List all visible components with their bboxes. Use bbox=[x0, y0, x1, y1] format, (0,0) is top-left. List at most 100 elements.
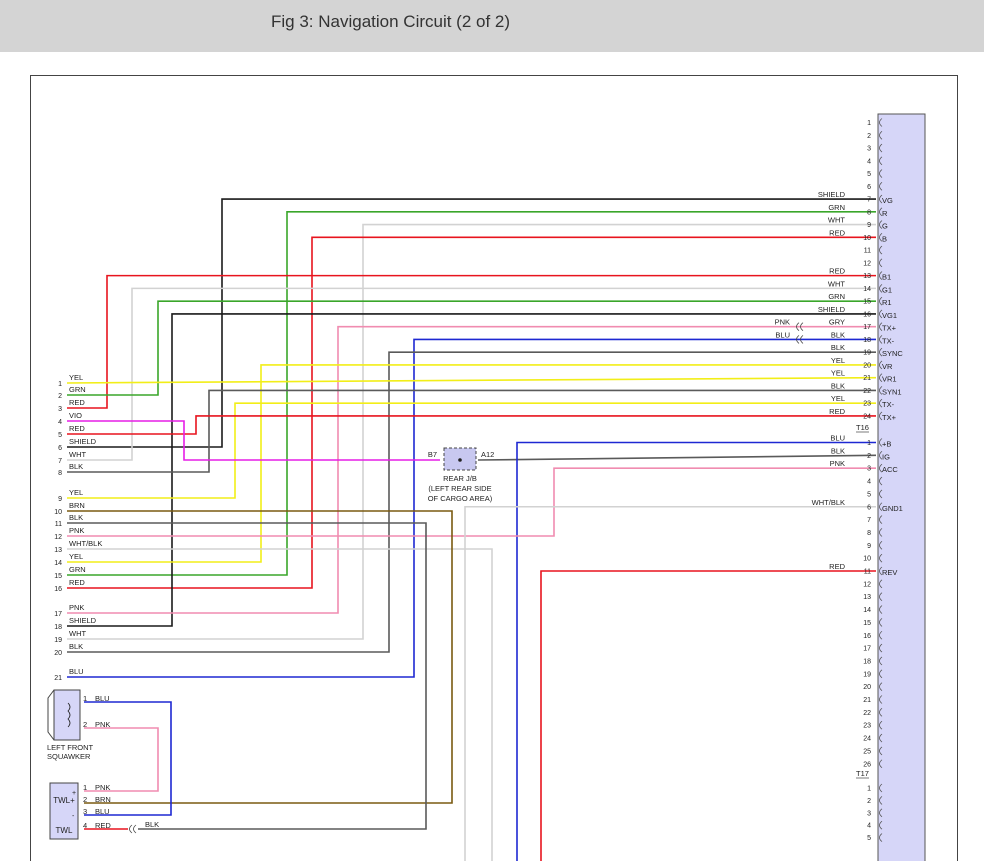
pin-number-t16-15: 15 bbox=[863, 299, 871, 306]
left-wire-label-14: YEL bbox=[69, 552, 83, 561]
squawker-label-2: SQUAWKER bbox=[47, 752, 91, 761]
pin-number-t17-4: 4 bbox=[867, 823, 871, 830]
left-pin-number-6: 6 bbox=[58, 445, 62, 452]
left-wire-label-20: BLK bbox=[69, 642, 83, 651]
pin-number-t2-3: 3 bbox=[867, 466, 871, 473]
wire-whtblk-gnd1 bbox=[464, 505, 876, 861]
twl-wire-4: RED bbox=[95, 821, 111, 830]
twl-wire-2: BRN bbox=[95, 795, 111, 804]
wire-wht-g bbox=[67, 223, 876, 640]
wire-yel-vr1 bbox=[66, 376, 877, 384]
left-pin-number-18: 18 bbox=[54, 624, 62, 631]
pin-number-t16-9: 9 bbox=[867, 222, 871, 229]
pin-number-t16-13: 13 bbox=[863, 273, 871, 280]
left-wire-label-13: WHT/BLK bbox=[69, 539, 102, 548]
pin-number-t16-3: 3 bbox=[867, 146, 871, 153]
pin-number-t17-1: 1 bbox=[867, 786, 871, 793]
pin-number-t2-10: 10 bbox=[863, 556, 871, 563]
pin-function-19: SYNC bbox=[882, 349, 903, 358]
pin-number-t16-11: 11 bbox=[864, 248, 871, 255]
left-pin-number-7: 7 bbox=[58, 458, 62, 465]
twl-wire-1: PNK bbox=[95, 783, 110, 792]
left-wire-label-10: BRN bbox=[69, 501, 85, 510]
wiring-diagram: 1234567 VGSHIELD8 RGRN9 GWHT10 BRED111213 B1R… bbox=[30, 75, 958, 861]
pin-number-t16-21: 21 bbox=[863, 375, 871, 382]
pin-number-t2-21: 21 bbox=[863, 697, 871, 704]
wire-label-t16-18: BLK bbox=[831, 330, 845, 339]
pin-number-t2-25: 25 bbox=[863, 748, 871, 755]
pin-number-t2-18: 18 bbox=[863, 658, 871, 665]
left-pin-number-17: 17 bbox=[54, 611, 62, 618]
pin-function2-1: +B bbox=[882, 440, 891, 449]
rear-jb-label-2: (LEFT REAR SIDE bbox=[428, 484, 491, 493]
left-pin-number-2: 2 bbox=[58, 393, 62, 400]
pin-number-t16-4: 4 bbox=[867, 158, 871, 165]
pin-number-t16-6: 6 bbox=[867, 184, 871, 191]
wire-label-t16-7: SHIELD bbox=[818, 190, 846, 199]
wire-brn-twl bbox=[67, 510, 453, 804]
pin-number-t2-1: 1 bbox=[867, 440, 871, 447]
left-pin-number-15: 15 bbox=[54, 573, 62, 580]
rear-jb-node bbox=[458, 458, 462, 462]
left-wire-label-9: YEL bbox=[69, 488, 83, 497]
wire-grn-r bbox=[67, 211, 876, 576]
wire-label-t16-14: WHT bbox=[828, 279, 845, 288]
left-wire-label-5: RED bbox=[69, 424, 85, 433]
left-pin-number-14: 14 bbox=[54, 560, 62, 567]
wire-label-t2-3: PNK bbox=[830, 459, 845, 468]
left-pin-number-20: 20 bbox=[54, 650, 62, 657]
left-wire-label-16: RED bbox=[69, 578, 85, 587]
left-wire-label-6: SHIELD bbox=[69, 437, 97, 446]
left-wire-label-1: YEL bbox=[69, 373, 83, 382]
pin-function-17: TX+ bbox=[882, 324, 897, 333]
pin-number-t2-22: 22 bbox=[863, 710, 871, 717]
squawker-wire-1: BLU bbox=[95, 694, 110, 703]
pin-function-21: VR1 bbox=[882, 375, 897, 384]
wire-shield-vg bbox=[67, 198, 876, 448]
left-pin-number-9: 9 bbox=[58, 496, 62, 503]
left-pin-number-11: 11 bbox=[55, 521, 62, 528]
pin-function-9: G bbox=[882, 222, 888, 231]
pin-number-t16-23: 23 bbox=[863, 401, 871, 408]
left-pin-number-16: 16 bbox=[54, 586, 62, 593]
pin-function-22: SYN1 bbox=[882, 387, 902, 396]
wire-label-t16-8: GRN bbox=[828, 203, 845, 212]
wire-label-t2-11: RED bbox=[829, 562, 845, 571]
wire-red-tx-plus bbox=[67, 415, 876, 435]
pin-number-t16-8: 8 bbox=[867, 209, 871, 216]
left-pin-number-1: 1 bbox=[58, 381, 62, 388]
pin-number-t2-24: 24 bbox=[863, 736, 871, 743]
pin-number-t2-23: 23 bbox=[863, 723, 871, 730]
left-pin-number-10: 10 bbox=[54, 509, 62, 516]
wire-label-t16-20: YEL bbox=[831, 356, 845, 365]
rear-jb-label-1: REAR J/B bbox=[443, 474, 477, 483]
wire-vio-rearjb bbox=[67, 420, 440, 461]
pin-number-t16-14: 14 bbox=[863, 286, 871, 293]
pin-number-t16-17: 17 bbox=[863, 324, 871, 331]
pin-number-t16-22: 22 bbox=[863, 388, 871, 395]
pin-number-t2-13: 13 bbox=[863, 594, 871, 601]
pin-function-13: B1 bbox=[882, 273, 891, 282]
pin-function-8: R bbox=[882, 209, 888, 218]
left-pin-number-21: 21 bbox=[54, 675, 62, 682]
rear-jb-label-3: OF CARGO AREA) bbox=[428, 494, 493, 503]
connector-t17-label: T17 bbox=[856, 769, 869, 778]
left-pin-number-4: 4 bbox=[58, 419, 62, 426]
pin-number-t2-17: 17 bbox=[863, 646, 871, 653]
twl-label-bottom: TWL bbox=[56, 826, 73, 835]
left-wire-label-17: PNK bbox=[69, 603, 84, 612]
pin-function-16: VG1 bbox=[882, 311, 897, 320]
pin-number-t16-24: 24 bbox=[863, 413, 871, 420]
pin-number-t17-3: 3 bbox=[867, 810, 871, 817]
pin-number-t2-2: 2 bbox=[867, 453, 871, 460]
pin-function-14: G1 bbox=[882, 285, 892, 294]
squawker-pin-2: 2 bbox=[83, 720, 87, 729]
wires-layer bbox=[66, 198, 877, 861]
left-wire-label-2: GRN bbox=[69, 385, 86, 394]
squawker-pin-1: 1 bbox=[83, 694, 87, 703]
pin-function2-11: REV bbox=[882, 568, 897, 577]
pin-number-t2-7: 7 bbox=[867, 517, 871, 524]
labels-layer: 1234567 VGSHIELD8 RGRN9 GWHT10 BRED111213 B1R… bbox=[47, 120, 903, 842]
pin-number-t16-7: 7 bbox=[867, 197, 871, 204]
left-wire-label-11: BLK bbox=[69, 513, 83, 522]
